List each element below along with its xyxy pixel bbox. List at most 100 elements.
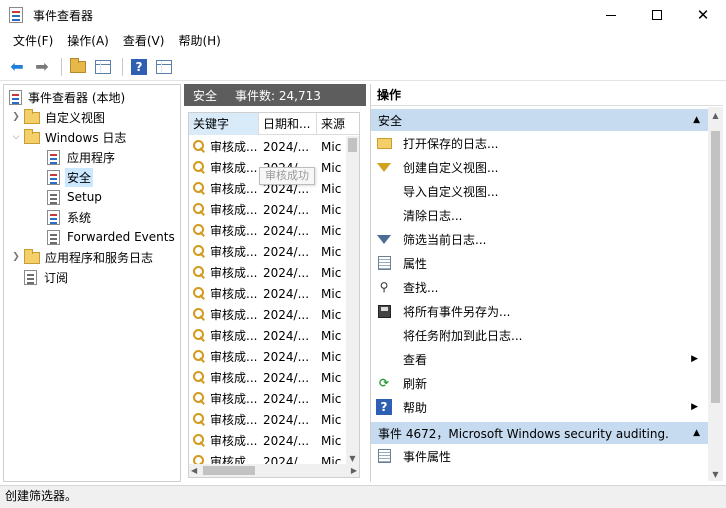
- action-find[interactable]: ⚲ 查找...: [371, 275, 708, 299]
- key-icon: [192, 139, 207, 154]
- scroll-thumb[interactable]: [348, 138, 357, 152]
- table-row[interactable]: 审核成... 2024/... Mic: [189, 325, 347, 346]
- action-clear-log[interactable]: 清除日志...: [371, 203, 708, 227]
- table-row[interactable]: 审核成... 2024/... Mic: [189, 220, 347, 241]
- cell-source: Mic: [321, 265, 342, 280]
- maximize-button[interactable]: [634, 0, 680, 30]
- table-row[interactable]: 审核成... 2024/... Mic: [189, 346, 347, 367]
- cell-keyword: 审核成...: [189, 285, 259, 302]
- column-keyword[interactable]: 关键字: [189, 113, 259, 135]
- grid-body: 审核成...2024/...Mic审核成...2024/...Mic审核成...…: [189, 136, 347, 472]
- table-row[interactable]: 审核成... 2024/... Mic: [189, 283, 347, 304]
- section-header-event[interactable]: 事件 4672，Microsoft Windows security audit…: [371, 422, 708, 444]
- blank-icon: [376, 183, 392, 199]
- scroll-right-icon[interactable]: ▶: [351, 464, 357, 477]
- menu-file[interactable]: 文件(F): [6, 30, 60, 52]
- scroll-left-icon[interactable]: ◀: [191, 464, 197, 477]
- cell-date: 2024/...: [263, 328, 310, 343]
- cell-date: 2024/...: [263, 202, 310, 217]
- table-row[interactable]: 审核成... 2024/... Mic: [189, 388, 347, 409]
- show-action-pane-button[interactable]: [153, 56, 175, 78]
- toolbar: ⬅ ➡ ?: [0, 53, 726, 81]
- forward-button[interactable]: ➡: [31, 56, 53, 78]
- table-row[interactable]: 审核成... 2024/... Mic: [189, 409, 347, 430]
- action-import-custom-view[interactable]: 导入自定义视图...: [371, 179, 708, 203]
- key-icon: [192, 349, 207, 364]
- scroll-down-icon[interactable]: ▼: [708, 470, 723, 479]
- up-folder-button[interactable]: [67, 56, 89, 78]
- cell-keyword: 审核成...: [189, 201, 259, 218]
- menu-view[interactable]: 查看(V): [116, 30, 172, 52]
- chevron-down-icon[interactable]: ⌵: [10, 132, 22, 142]
- column-source[interactable]: 来源: [317, 113, 347, 135]
- scroll-thumb[interactable]: [203, 466, 255, 475]
- cell-keyword: 审核成...: [189, 159, 259, 176]
- tree-item-custom-views[interactable]: ❯ 自定义视图: [4, 107, 180, 127]
- tree-item-label: Setup: [67, 190, 102, 204]
- minimize-button[interactable]: [588, 0, 634, 30]
- table-row[interactable]: 审核成... 2024/... Mic: [189, 367, 347, 388]
- show-hide-tree-button[interactable]: [92, 56, 114, 78]
- keyword-text: 审核成...: [210, 329, 258, 343]
- tree-item-setup[interactable]: Setup: [4, 187, 180, 207]
- scroll-up-icon[interactable]: ▲: [708, 111, 723, 120]
- table-row[interactable]: 审核成... 2024/... Mic: [189, 262, 347, 283]
- cell-date: 2024/...: [263, 307, 310, 322]
- action-create-custom-view[interactable]: 创建自定义视图...: [371, 155, 708, 179]
- action-open-saved-log[interactable]: 打开保存的日志...: [371, 131, 708, 155]
- column-date[interactable]: 日期和...: [259, 113, 317, 135]
- collapse-up-icon[interactable]: ▲: [693, 428, 700, 438]
- actions-scrollbar[interactable]: ▲ ▼: [708, 107, 723, 481]
- binoculars-icon: ⚲: [379, 280, 389, 294]
- cell-keyword: 审核成...: [189, 390, 259, 407]
- action-event-properties[interactable]: 事件属性: [371, 444, 708, 468]
- back-button[interactable]: ⬅: [6, 56, 28, 78]
- scroll-down-icon[interactable]: ▼: [346, 454, 359, 463]
- tree-item-root[interactable]: 事件查看器 (本地): [4, 87, 180, 107]
- key-icon: [192, 433, 207, 448]
- horizontal-scrollbar[interactable]: ◀ ▶: [189, 464, 359, 477]
- table-row[interactable]: 审核成... 2024/... Mic: [189, 199, 347, 220]
- keyword-text: 审核成...: [210, 140, 258, 154]
- scroll-thumb[interactable]: [711, 131, 720, 403]
- action-filter-current-log[interactable]: 筛选当前日志...: [371, 227, 708, 251]
- key-icon: [192, 328, 207, 343]
- action-properties[interactable]: 属性: [371, 251, 708, 275]
- tree-item-application[interactable]: 应用程序: [4, 147, 180, 167]
- table-row[interactable]: 审核成... 2024/... Mic: [189, 241, 347, 262]
- tree-item-forwarded-events[interactable]: Forwarded Events: [4, 227, 180, 247]
- action-view[interactable]: 查看 ▶: [371, 347, 708, 371]
- menu-action[interactable]: 操作(A): [60, 30, 116, 52]
- action-save-all-events[interactable]: 将所有事件另存为...: [371, 299, 708, 323]
- action-label: 查找...: [403, 280, 439, 295]
- action-refresh[interactable]: ⟳ 刷新: [371, 371, 708, 395]
- action-attach-task[interactable]: 将任务附加到此日志...: [371, 323, 708, 347]
- menu-help[interactable]: 帮助(H): [171, 30, 227, 52]
- help-button[interactable]: ?: [128, 56, 150, 78]
- tree-item-apps-services[interactable]: ❯ 应用程序和服务日志: [4, 247, 180, 267]
- tree-item-label: Forwarded Events: [67, 230, 175, 244]
- cell-source: Mic: [321, 433, 342, 448]
- chevron-right-icon[interactable]: ❯: [10, 252, 22, 262]
- close-button[interactable]: ✕: [680, 0, 726, 30]
- action-help[interactable]: ? 帮助 ▶: [371, 395, 708, 419]
- tree-item-system[interactable]: 系统: [4, 207, 180, 227]
- tree-item-windows-logs[interactable]: ⌵ Windows 日志: [4, 127, 180, 147]
- table-row[interactable]: 审核成... 2024/... Mic: [189, 430, 347, 451]
- action-label: 导入自定义视图...: [403, 184, 499, 199]
- minimize-icon: [606, 14, 616, 16]
- filter-icon: [376, 231, 392, 247]
- keyword-text: 审核成...: [210, 371, 258, 385]
- chevron-right-icon[interactable]: ❯: [10, 112, 22, 122]
- folder-icon: [24, 249, 40, 264]
- tree-item-security[interactable]: 安全: [4, 167, 180, 187]
- section-header-security[interactable]: 安全 ▲: [371, 109, 708, 131]
- collapse-up-icon[interactable]: ▲: [693, 115, 700, 125]
- cell-keyword: 审核成...: [189, 243, 259, 260]
- cell-keyword: 审核成...: [189, 138, 259, 155]
- keyword-text: 审核成...: [210, 287, 258, 301]
- tree-item-subscriptions[interactable]: 订阅: [4, 267, 180, 287]
- vertical-scrollbar[interactable]: ▼: [346, 136, 359, 465]
- table-row[interactable]: 审核成... 2024/... Mic: [189, 136, 347, 157]
- table-row[interactable]: 审核成... 2024/... Mic: [189, 304, 347, 325]
